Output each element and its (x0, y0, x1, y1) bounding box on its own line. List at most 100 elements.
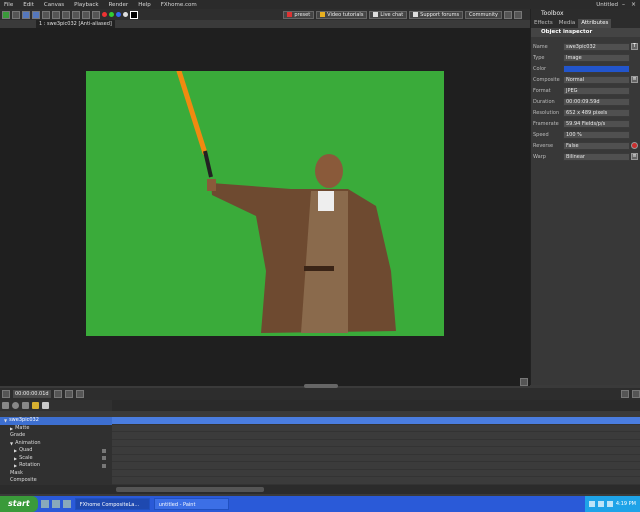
quicklaunch-icon[interactable] (51, 500, 60, 508)
reverse-select[interactable]: False (563, 141, 630, 150)
transform-tool-icon[interactable] (12, 402, 19, 409)
green-screen-image[interactable] (86, 68, 444, 336)
layer-item[interactable]: Composite (0, 477, 112, 485)
background-color-icon[interactable] (130, 10, 138, 19)
reverse-indicator-icon[interactable] (631, 142, 638, 149)
expand-icon[interactable]: ▼ (10, 440, 13, 448)
timeline-tracks[interactable] (112, 417, 640, 485)
text-icon[interactable]: T (631, 43, 638, 50)
composite-options-icon[interactable]: ≡ (631, 76, 638, 83)
track-row[interactable] (112, 462, 640, 470)
viewer-status-icon[interactable] (520, 378, 528, 386)
live-chat-button[interactable]: Live chat (369, 10, 408, 19)
layer-item[interactable]: ▼ swe3pic032 (0, 417, 112, 425)
quicklaunch-icon[interactable] (62, 500, 71, 508)
move-icon[interactable] (62, 10, 70, 19)
community-button[interactable]: Community (465, 10, 502, 19)
video-tutorials-button[interactable]: Video tutorials (316, 10, 368, 19)
timeline-settings-icon[interactable] (2, 390, 10, 398)
tray-icon[interactable] (588, 501, 595, 507)
transform-icon[interactable] (72, 10, 80, 19)
name-field[interactable]: swe3pic032 (563, 42, 630, 51)
menu-playback[interactable]: Playback (74, 2, 99, 8)
composite-select[interactable]: Normal (563, 75, 630, 84)
track-row[interactable] (112, 440, 640, 447)
menu-file[interactable]: File (4, 2, 13, 8)
track-row[interactable] (112, 470, 640, 477)
expand-icon[interactable]: ▶ (10, 425, 13, 433)
viewer-tab[interactable]: 1 : swe3pic032 [Anti-aliased] (36, 20, 115, 28)
color-swatch[interactable] (563, 64, 630, 73)
menu-render[interactable]: Render (109, 2, 129, 8)
keyframe-toggle[interactable] (102, 456, 106, 461)
track-row[interactable] (112, 432, 640, 440)
layer-item[interactable]: ▶ Quad (0, 447, 112, 455)
play-icon[interactable] (53, 390, 62, 398)
track-row[interactable] (112, 477, 640, 485)
viewer-canvas[interactable] (0, 28, 530, 386)
start-button[interactable]: start (0, 496, 38, 512)
taskbar-item-paint[interactable]: untitled - Paint (153, 498, 229, 510)
preset-button[interactable]: preset (283, 10, 315, 19)
support-forums-button[interactable]: Support forums (409, 10, 464, 19)
expand-icon[interactable]: ▶ (14, 447, 17, 455)
grid-icon[interactable] (82, 10, 90, 19)
volume-icon[interactable] (606, 501, 613, 507)
track-row[interactable] (112, 455, 640, 462)
warp-options-icon[interactable]: ≡ (631, 153, 638, 160)
quicklaunch-icon[interactable] (40, 500, 49, 508)
tab-effects[interactable]: Effects (531, 19, 556, 28)
track-row[interactable] (112, 417, 640, 425)
loop-icon[interactable] (64, 390, 73, 398)
new-file-icon[interactable] (12, 10, 20, 19)
menu-edit[interactable]: Edit (23, 2, 34, 8)
expand-icon[interactable]: ▼ (4, 417, 7, 425)
blue-channel-icon[interactable] (116, 12, 121, 17)
tab-attributes[interactable]: Attributes (578, 19, 612, 28)
select-tool-icon[interactable] (2, 402, 9, 409)
overlay-icon[interactable] (92, 10, 100, 19)
tab-media[interactable]: Media (556, 19, 579, 28)
taskbar-item-compositelab[interactable]: FXhome CompositeLa... (74, 498, 150, 510)
speed-field[interactable]: 100 % (563, 130, 630, 139)
layer-item[interactable]: ▶ Scale (0, 455, 112, 463)
expand-icon[interactable]: ▶ (14, 455, 17, 463)
menu-help[interactable]: Help (138, 2, 151, 8)
tray-icon[interactable] (597, 501, 604, 507)
pen-tool-icon[interactable] (22, 402, 29, 409)
menu-canvas[interactable]: Canvas (44, 2, 64, 8)
export-icon[interactable] (42, 10, 50, 19)
warp-select[interactable]: Bilinear (563, 152, 630, 161)
alpha-channel-icon[interactable] (123, 12, 128, 17)
red-channel-icon[interactable] (102, 12, 107, 17)
layer-item[interactable]: ▶ Rotation (0, 462, 112, 470)
menu-fxhome[interactable]: FXhome.com (161, 2, 197, 8)
eraser-tool-icon[interactable] (42, 402, 49, 409)
brush-tool-icon[interactable] (32, 402, 39, 409)
close-icon[interactable]: × (630, 1, 637, 8)
expand-icon[interactable]: ▶ (14, 462, 17, 470)
green-channel-icon[interactable] (109, 12, 114, 17)
step-back-icon[interactable] (75, 390, 84, 398)
scroll-left-icon[interactable] (621, 390, 629, 398)
layer-item[interactable]: ▼ Animation (0, 440, 112, 448)
scroll-right-icon[interactable] (632, 390, 640, 398)
layer-item[interactable]: ▶ Matte (0, 425, 112, 433)
track-row[interactable] (112, 447, 640, 455)
timeline-scrollbar[interactable] (116, 487, 264, 492)
prop-type: Type Image (531, 52, 640, 63)
keyframe-toggle[interactable] (102, 448, 106, 453)
track-row[interactable] (112, 425, 640, 432)
settings-icon[interactable] (504, 10, 512, 19)
layout-icon[interactable] (514, 10, 522, 19)
keyframe-toggle[interactable] (102, 463, 106, 468)
cursor-icon[interactable] (52, 10, 60, 19)
timecode-display[interactable]: 00:00:00.01d (13, 390, 51, 398)
minimize-icon[interactable]: – (620, 1, 627, 8)
object-inspector-header[interactable]: Object inspector (531, 28, 640, 37)
layer-item[interactable]: Grade (0, 432, 112, 440)
layer-item[interactable]: Mask (0, 470, 112, 478)
timeline-ruler[interactable] (112, 400, 640, 411)
save-icon[interactable] (32, 10, 40, 19)
open-file-icon[interactable] (22, 10, 30, 19)
